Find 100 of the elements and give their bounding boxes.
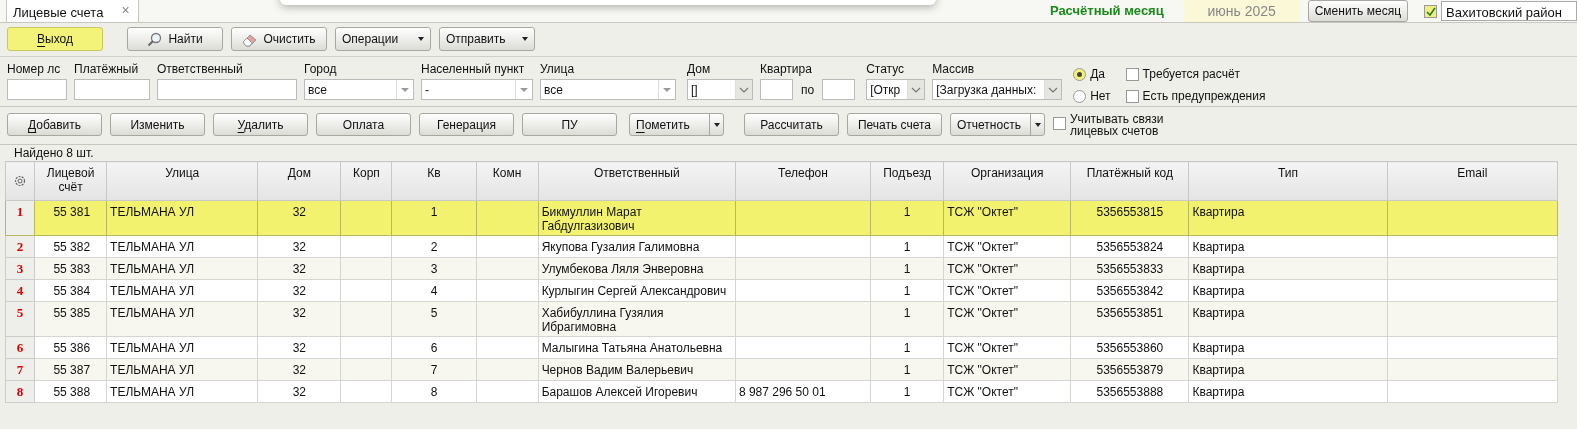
column-header[interactable]: Улица (106, 161, 258, 201)
table-cell: ТСЖ "Октет" (943, 301, 1071, 337)
table-row[interactable]: 6 55 386 ТЕЛЬМАНА УЛ 32 6 Малыгина Татьяна Анатольевна 1 ТСЖ "Октет" 5356553860 Квартира (5, 336, 1558, 359)
table-cell: 5 (391, 301, 477, 337)
row-number: 2 (5, 235, 35, 258)
action-button[interactable]: Добавить (7, 113, 102, 136)
change-month-button[interactable]: Сменить месяц (1307, 0, 1408, 22)
input-field[interactable] (822, 79, 856, 100)
district-field[interactable]: Вахитовский район (1441, 1, 1577, 21)
field-label: Населенный пункт (421, 61, 526, 78)
row-number: 7 (5, 358, 35, 381)
table-cell: Якупова Гузалия Галимовна (538, 235, 736, 258)
table-cell: ТЕЛЬМАНА УЛ (106, 336, 258, 359)
column-header[interactable]: Платёжный код (1070, 161, 1189, 201)
toolbar-button[interactable]: Выход (7, 27, 103, 51)
column-header[interactable]: Корп (340, 161, 392, 201)
dropdown[interactable]: все (304, 79, 414, 100)
table-row[interactable]: 5 55 385 ТЕЛЬМАНА УЛ 32 5 Хабибуллина Гузялия Ибрагимовна 1 ТСЖ "Октет" 5356553851 Квартира (5, 301, 1558, 337)
table-cell: 55 388 (34, 380, 107, 403)
table-cell: 32 (257, 279, 341, 302)
column-header[interactable]: Ответственный (538, 161, 736, 201)
table-row[interactable]: 1 55 381 ТЕЛЬМАНА УЛ 32 1 Бикмуллин Марат Габдулгазизович 1 ТСЖ "Октет" 5356553815 Квартира (5, 200, 1558, 236)
caret-icon (1034, 122, 1041, 127)
input-field[interactable] (7, 79, 67, 100)
table-cell: Барашов Алексей Игоревич (538, 380, 736, 403)
field-label: Город (304, 61, 338, 78)
radio-button[interactable] (1073, 89, 1087, 103)
dropdown[interactable]: [Загрузка данных: (932, 79, 1063, 100)
action-button[interactable]: Рассчитать (744, 113, 839, 136)
row-number: 6 (5, 336, 35, 359)
table-cell: Малыгина Татьяна Анатольевна (538, 336, 736, 359)
toolbar-button[interactable]: Операции (335, 27, 431, 51)
column-header[interactable]: Организация (943, 161, 1071, 201)
table-cell: 5356553860 (1070, 336, 1189, 359)
action-button[interactable]: Печать счета (847, 113, 942, 136)
caret-icon (713, 122, 720, 127)
settings-button[interactable] (5, 161, 35, 201)
checkbox[interactable] (1125, 67, 1139, 81)
table-cell: Бикмуллин Марат Габдулгазизович (538, 200, 736, 236)
checkbox-label: Есть предупреждения (1142, 88, 1266, 105)
checkbox[interactable] (1053, 117, 1066, 130)
table-cell: 5356553888 (1070, 380, 1189, 403)
close-button[interactable]: × (121, 3, 130, 22)
input-field[interactable] (760, 79, 793, 100)
table-cell: Квартира (1188, 200, 1388, 236)
checkbox[interactable] (1125, 89, 1139, 103)
table-cell: 8 987 296 50 01 (735, 380, 871, 403)
toolbar-button[interactable]: Отправить (439, 27, 535, 51)
table-cell: 1 (391, 200, 477, 236)
row-number: 4 (5, 279, 35, 302)
column-header[interactable]: Кв (391, 161, 477, 201)
radio-button[interactable] (1073, 67, 1087, 81)
table-cell: ТЕЛЬМАНА УЛ (106, 301, 258, 337)
table-cell: 32 (257, 301, 341, 337)
toolbar-button[interactable]: Очистить (231, 27, 327, 51)
dropdown[interactable]: все (540, 79, 676, 100)
settings-icon (13, 174, 27, 189)
column-header[interactable]: Email (1387, 161, 1558, 201)
action-button[interactable]: Оплата (316, 113, 411, 136)
table-row[interactable]: 2 55 382 ТЕЛЬМАНА УЛ 32 2 Якупова Гузалия Галимовна 1 ТСЖ "Октет" 5356553824 Квартира (5, 235, 1558, 258)
column-header[interactable]: Подъезд (870, 161, 944, 201)
table-cell: 5356553815 (1070, 200, 1189, 236)
dropdown[interactable]: [] (687, 79, 753, 100)
table-cell: ТЕЛЬМАНА УЛ (106, 380, 258, 403)
field-label: Улица (540, 61, 576, 78)
input-field[interactable] (157, 79, 297, 100)
column-header[interactable]: Тип (1188, 161, 1388, 201)
table-cell: ТЕЛЬМАНА УЛ (106, 358, 258, 381)
dropdown[interactable]: - (421, 79, 533, 100)
column-header[interactable]: Дом (257, 161, 341, 201)
table-cell: 5356553851 (1070, 301, 1189, 337)
table-row[interactable]: 3 55 383 ТЕЛЬМАНА УЛ 32 3 Улумбекова Ляля Энверовна 1 ТСЖ "Октет" 5356553833 Квартира (5, 257, 1558, 280)
table-cell: ТЕЛЬМАНА УЛ (106, 200, 258, 236)
table-cell: 1 (870, 336, 944, 359)
table-row[interactable]: 8 55 388 ТЕЛЬМАНА УЛ 32 8 Барашов Алексей Игоревич 8 987 296 50 01 1 ТСЖ "Октет" 5356553888 Квартира (5, 380, 1558, 403)
caret-icon (911, 86, 922, 93)
district-checkbox[interactable] (1424, 4, 1437, 18)
column-header[interactable]: Лицевой счёт (34, 161, 107, 201)
dropdown[interactable]: [Откр (866, 79, 926, 100)
table-row[interactable]: 4 55 384 ТЕЛЬМАНА УЛ 32 4 Курлыгин Сергей Александрович 1 ТСЖ "Октет" 5356553842 Квартира (5, 279, 1558, 302)
result-count: Найдено 8 шт. (13, 145, 95, 159)
table-cell: ТЕЛЬМАНА УЛ (106, 257, 258, 280)
action-button[interactable]: Отчетность (950, 113, 1045, 136)
table-row[interactable]: 7 55 387 ТЕЛЬМАНА УЛ 32 7 Чернов Вадим Валерьевич 1 ТСЖ "Октет" 5356553879 Квартира (5, 358, 1558, 381)
action-button[interactable]: Генерация (419, 113, 514, 136)
checkbox-label: Учитывать связи лицевых счетов (1070, 113, 1165, 137)
table-cell: 5356553842 (1070, 279, 1189, 302)
action-button[interactable]: Удалить (213, 113, 308, 136)
field-label: Номер лс (7, 61, 62, 78)
action-button[interactable]: Изменить (110, 113, 205, 136)
action-button[interactable]: Пометить (629, 113, 724, 136)
toolbar-button[interactable]: Найти (127, 27, 223, 51)
input-field[interactable] (74, 79, 150, 100)
column-header[interactable]: Телефон (735, 161, 871, 201)
tab[interactable]: Лицевые счета × (6, 0, 139, 22)
column-header[interactable]: Комн (476, 161, 539, 201)
table-cell: ТСЖ "Октет" (943, 200, 1071, 236)
table-cell: ТСЖ "Октет" (943, 235, 1071, 258)
action-button[interactable]: ПУ (522, 113, 617, 136)
row-number: 1 (5, 200, 35, 236)
